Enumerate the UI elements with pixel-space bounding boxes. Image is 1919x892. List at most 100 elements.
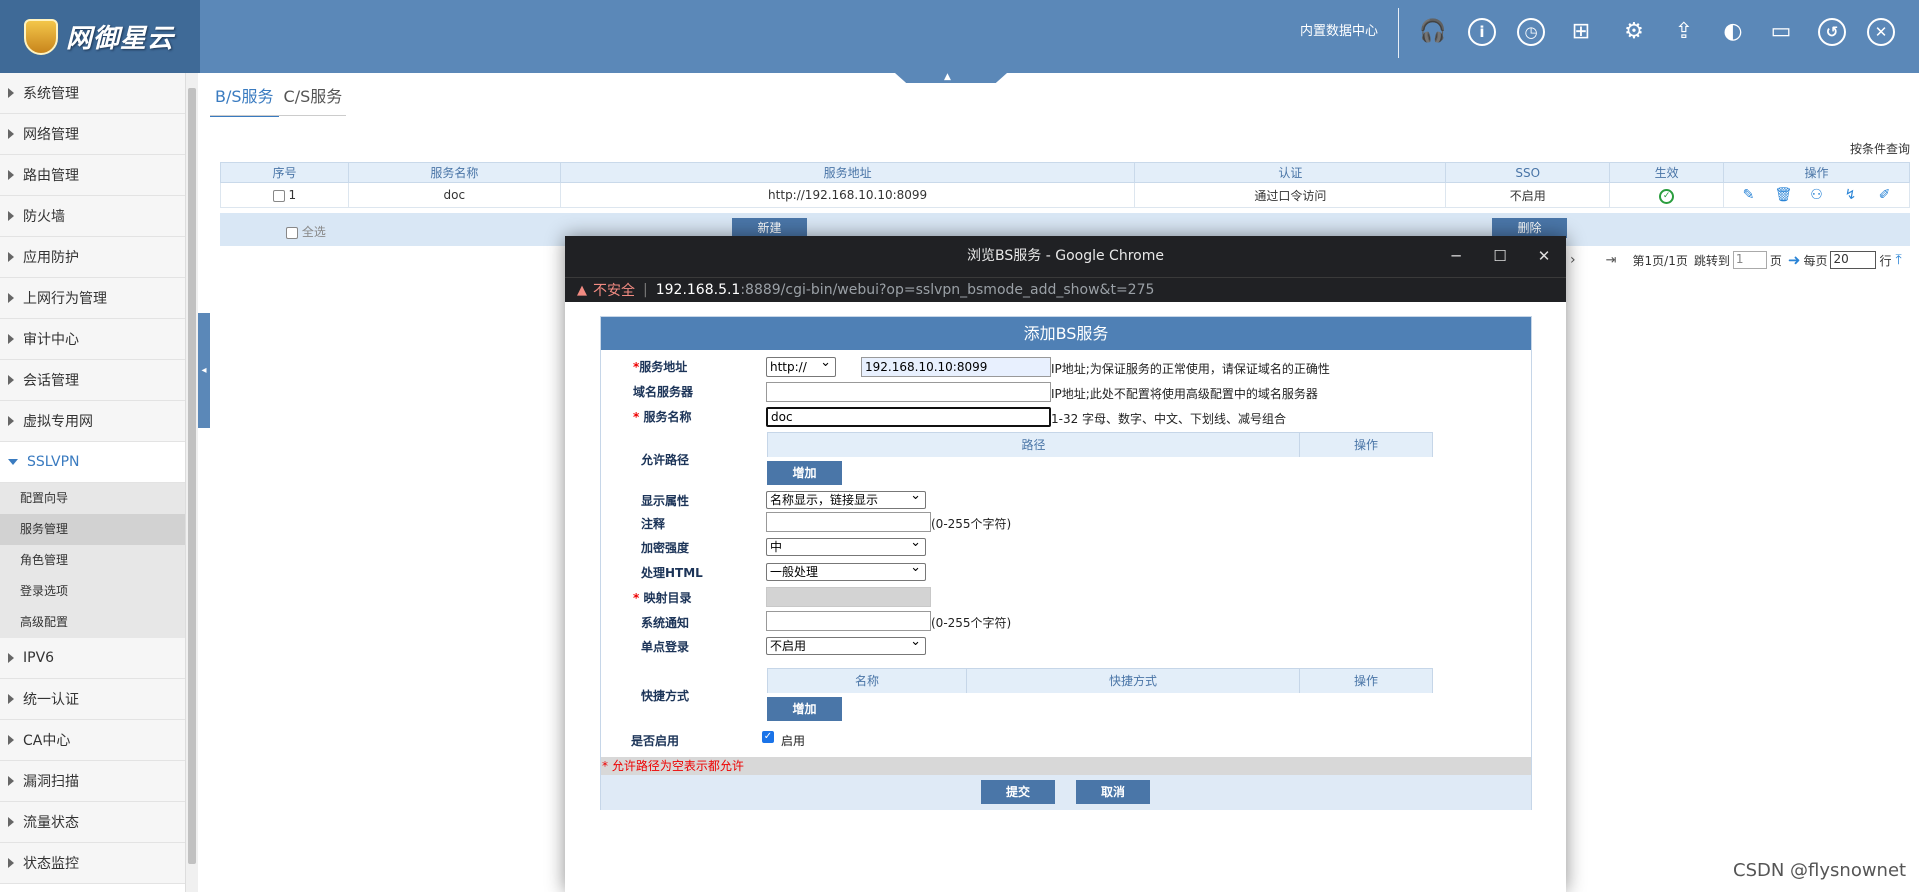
undo-icon[interactable]: ↺ (1818, 18, 1846, 46)
encrypt-select[interactable]: 中 (766, 538, 926, 556)
delete-button[interactable]: 删除 (1492, 218, 1567, 238)
data-center-link[interactable]: 内置数据中心 (1300, 0, 1378, 64)
window-close-icon[interactable]: ✕ (1522, 236, 1566, 277)
sidebar-item-monitor[interactable]: 状态监控 (0, 843, 185, 884)
row-index-cell: 1 (220, 182, 349, 208)
sso-select[interactable]: 不启用 (766, 637, 926, 655)
go-arrow-icon[interactable]: ➜ (1788, 251, 1801, 269)
url-separator: | (643, 282, 648, 298)
cancel-button[interactable]: 取消 (1076, 780, 1150, 804)
sidebar-item-firewall[interactable]: 防火墙 (0, 196, 185, 237)
add-path-button[interactable]: 增加 (767, 461, 842, 485)
col-effective: 生效 (1609, 162, 1725, 183)
html-select[interactable]: 一般处理 (766, 563, 926, 581)
maximize-icon[interactable]: ☐ (1478, 236, 1522, 277)
palette-icon[interactable]: ◐ (1719, 18, 1747, 46)
html-label: 处理HTML (641, 566, 703, 580)
new-button[interactable]: 新建 (732, 218, 807, 238)
header-collapse-tab[interactable] (895, 73, 1007, 83)
sidebar-item-app-protect[interactable]: 应用防护 (0, 237, 185, 278)
encrypt-label: 加密强度 (641, 541, 690, 555)
path-op-col: 操作 (1353, 438, 1378, 452)
tab-cs-service[interactable]: C/S服务 (279, 84, 348, 117)
sidebar-item-system[interactable]: 系统管理 (0, 73, 185, 114)
settings-upload-icon[interactable]: ⚙ (1620, 18, 1648, 46)
dial-icon[interactable]: ◷ (1517, 18, 1545, 46)
submit-button[interactable]: 提交 (981, 780, 1055, 804)
sidebar-item-ipv6[interactable]: IPV6 (0, 638, 185, 679)
comment-input[interactable] (766, 512, 931, 532)
header-divider (1398, 8, 1399, 58)
sidebar-item-unified-auth[interactable]: 统一认证 (0, 679, 185, 720)
sidebar-item-sslvpn[interactable]: SSLVPN (0, 442, 185, 483)
sidebar-item-ca[interactable]: CA中心 (0, 720, 185, 761)
sidebar-item-label: 状态监控 (23, 856, 79, 872)
sidebar-item-routing[interactable]: 路由管理 (0, 155, 185, 196)
dns-input[interactable] (766, 382, 1051, 402)
select-all-label: 全选 (301, 225, 326, 239)
chat-icon[interactable]: ▭ (1767, 18, 1795, 46)
sidebar-item-label: 上网行为管理 (23, 291, 107, 307)
row-checkbox[interactable] (272, 189, 285, 202)
top-header: 网御星云 内置数据中心 🎧 i ◷ ⊞ ⚙ ⇪ ◐ ▭ ↺ ✕ (0, 0, 1919, 73)
tab-bs-service[interactable]: B/S服务 (210, 84, 279, 117)
notify-input[interactable] (766, 611, 931, 631)
next-page-icon[interactable]: › (1570, 252, 1576, 268)
enable-text: 启用 (781, 734, 806, 748)
jump-page-input[interactable]: 1 (1732, 251, 1767, 269)
sidebar-item-vuln-scan[interactable]: 漏洞扫描 (0, 761, 185, 802)
enable-checkbox[interactable]: ✓ (762, 731, 774, 743)
sidebar-sub-advanced[interactable]: 高级配置 (0, 607, 185, 638)
sidebar-item-label: 审计中心 (23, 332, 79, 348)
address-input[interactable]: 192.168.10.10:8099 (861, 357, 1051, 377)
service-name-input[interactable]: doc (766, 407, 1051, 427)
popup-title: 浏览BS服务 - Google Chrome (967, 248, 1164, 264)
row-address: http://192.168.10.10:8099 (559, 182, 1136, 208)
sidebar-item-behavior[interactable]: 上网行为管理 (0, 278, 185, 319)
trash-icon[interactable]: 🗑 (1775, 187, 1793, 203)
shortcut-op-col: 操作 (1353, 674, 1378, 688)
collapse-up-icon[interactable]: ▲ (944, 73, 951, 82)
chevron-right-icon (8, 88, 14, 98)
sidebar-item-vpn[interactable]: 虚拟专用网 (0, 401, 185, 442)
sidebar-item-network[interactable]: 网络管理 (0, 114, 185, 155)
select-all[interactable]: 全选 (286, 223, 326, 240)
popup-url-bar[interactable]: ▲ 不安全 | 192.168.5.1 :8889/cgi-bin/webui?… (565, 277, 1566, 302)
user-icon[interactable]: ⚇ (1809, 187, 1825, 203)
allow-path-label: 允许路径 (641, 453, 690, 467)
add-shortcut-button[interactable]: 增加 (767, 697, 842, 721)
sidebar-sub-service[interactable]: 服务管理 (0, 514, 185, 545)
sidebar-scroll-thumb[interactable] (188, 88, 196, 864)
col-auth: 认证 (1134, 162, 1447, 183)
sidebar-sub-wizard[interactable]: 配置向导 (0, 483, 185, 514)
last-page-icon[interactable]: ⇥ (1606, 253, 1617, 268)
protocol-select[interactable]: http:// (766, 357, 836, 377)
headset-icon[interactable]: 🎧 (1419, 18, 1447, 46)
row-name: doc (347, 182, 561, 208)
sidebar-sub-login[interactable]: 登录选项 (0, 576, 185, 607)
tool-icon[interactable]: ✐ (1877, 187, 1893, 203)
chart-icon[interactable]: ↯ (1843, 187, 1859, 203)
sidebar-item-label: 统一认证 (23, 692, 79, 708)
allow-path-note: * 允许路径为空表示都允许 (601, 757, 1531, 775)
sidebar-sub-role[interactable]: 角色管理 (0, 545, 185, 576)
conditional-query-link[interactable]: 按条件查询 (1850, 140, 1910, 157)
per-page-select[interactable]: 20 (1830, 251, 1877, 269)
display-select[interactable]: 名称显示，链接显示 (766, 491, 926, 509)
sidebar-item-session[interactable]: 会话管理 (0, 360, 185, 401)
sso-label: 单点登录 (641, 640, 690, 654)
url-path: :8889/cgi-bin/webui?op=sslvpn_bsmode_add… (740, 282, 1155, 298)
sidebar-item-audit[interactable]: 审计中心 (0, 319, 185, 360)
map-dir-label: * 映射目录 (633, 591, 692, 605)
box-icon[interactable]: ⊞ (1567, 18, 1595, 46)
export-icon[interactable]: ⇪ (1670, 18, 1698, 46)
chevron-right-icon (8, 170, 14, 180)
sidebar-toggle-icon[interactable]: ◂ (198, 313, 210, 428)
minimize-icon[interactable]: ─ (1434, 236, 1478, 277)
back-to-top-icon[interactable]: ⤒ (1895, 252, 1901, 268)
edit-icon[interactable]: ✎ (1741, 187, 1757, 203)
info-icon[interactable]: i (1468, 18, 1496, 46)
sidebar-item-traffic[interactable]: 流量状态 (0, 802, 185, 843)
select-all-checkbox[interactable] (286, 226, 298, 239)
close-icon[interactable]: ✕ (1867, 18, 1895, 46)
